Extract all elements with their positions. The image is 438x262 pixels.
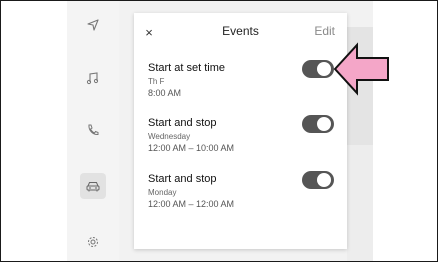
events-panel: × Events Edit Start at set time Th F 8:0… — [134, 13, 347, 249]
event-time: 8:00 AM — [148, 88, 182, 98]
sidebar — [67, 1, 119, 261]
toggle-knob — [317, 173, 331, 187]
toggle-knob — [317, 62, 331, 76]
phone-icon[interactable] — [81, 118, 105, 142]
toggle-knob — [317, 117, 331, 131]
screenshot-frame: × Events Edit Start at set time Th F 8:0… — [0, 0, 438, 262]
callout-arrow-icon — [333, 42, 389, 96]
event-toggle[interactable] — [302, 60, 334, 78]
music-note-icon[interactable] — [81, 66, 105, 90]
event-toggle[interactable] — [302, 171, 334, 189]
event-time: 12:00 AM – 12:00 AM — [148, 199, 235, 209]
edit-button[interactable]: Edit — [314, 24, 335, 38]
event-toggle[interactable] — [302, 115, 334, 133]
navigation-icon[interactable] — [81, 13, 105, 37]
background-panel — [347, 145, 373, 261]
settings-gear-icon[interactable] — [81, 230, 105, 254]
car-icon[interactable] — [80, 173, 106, 199]
event-time: 12:00 AM – 10:00 AM — [148, 143, 235, 153]
